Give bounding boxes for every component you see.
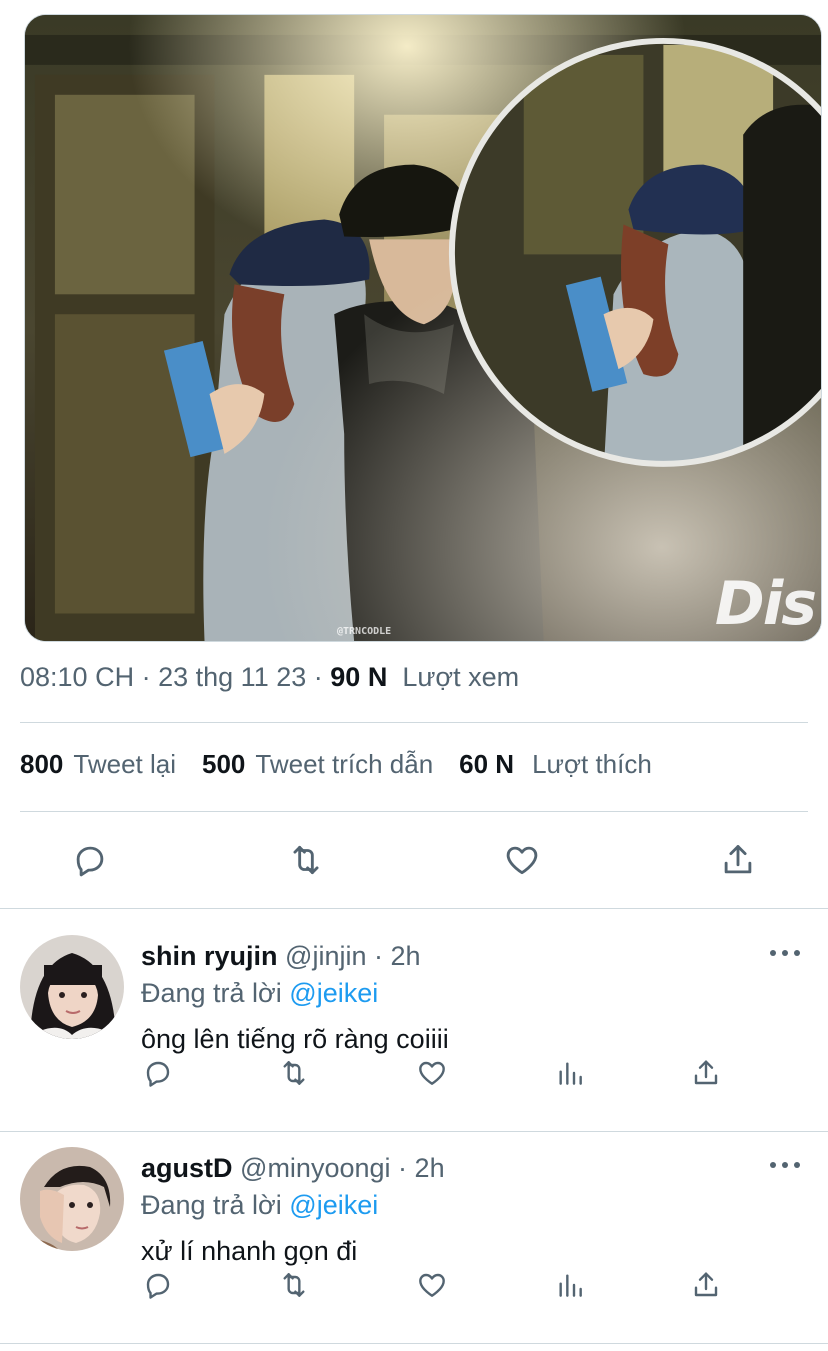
retweet-button[interactable]: [274, 1053, 314, 1093]
replying-prefix: Đang trả lời: [141, 1190, 282, 1220]
views-count: 90 N: [330, 662, 388, 692]
like-button[interactable]: [412, 1053, 452, 1093]
reply-icon: [146, 1273, 170, 1299]
reply-button[interactable]: [68, 838, 112, 882]
more-icon[interactable]: [770, 943, 800, 963]
avatar-photo: [20, 935, 124, 1039]
tweet-action-bar: [0, 838, 828, 882]
share-icon: [724, 845, 752, 874]
retweet-button[interactable]: [274, 1265, 314, 1305]
divider: [20, 722, 808, 723]
replying-to: Đang trả lời @jeikei: [141, 976, 808, 1010]
reply-icon: [146, 1061, 170, 1087]
views-label: Lượt xem: [402, 662, 520, 692]
share-icon: [694, 1272, 718, 1297]
reply-author-name[interactable]: agustD: [141, 1153, 233, 1183]
retweet-button[interactable]: [284, 838, 328, 882]
share-button[interactable]: [686, 1265, 726, 1305]
reply-author-handle[interactable]: @minyoongi: [240, 1153, 390, 1183]
photo-scene: [25, 15, 821, 641]
avatar[interactable]: [20, 1147, 124, 1251]
meta-separator: ·: [313, 662, 323, 692]
heart-icon: [419, 1273, 445, 1297]
meta-separator: ·: [141, 662, 151, 692]
reply-text: xử lí nhanh gọn đi: [141, 1236, 358, 1266]
like-button[interactable]: [412, 1265, 452, 1305]
share-button[interactable]: [686, 1053, 726, 1093]
likes-label: Lượt thích: [532, 749, 652, 779]
reply-time[interactable]: 2h: [391, 941, 421, 971]
reply-time[interactable]: 2h: [415, 1153, 445, 1183]
quotes-stat[interactable]: 500 Tweet trích dẫn: [202, 749, 433, 780]
analytics-button[interactable]: [550, 1053, 590, 1093]
tweet-photo[interactable]: @TRNCODLE Dis: [24, 14, 822, 642]
retweet-icon: [283, 1273, 305, 1297]
analytics-button[interactable]: [550, 1265, 590, 1305]
tweet-stats: 800 Tweet lại 500 Tweet trích dẫn 60 N Lượt…: [20, 749, 652, 780]
tweet-time[interactable]: 08:10 CH: [20, 662, 134, 692]
mention-link[interactable]: @jeikei: [289, 1190, 378, 1220]
reply-action-bar: [0, 1265, 828, 1305]
tweet-date[interactable]: 23 thg 11 23: [158, 662, 306, 692]
reply-header: agustD @minyoongi · 2h: [141, 1151, 808, 1185]
retweet-icon: [283, 1061, 305, 1085]
reply-content: agustD @minyoongi · 2h Đang trả lời @jei…: [141, 1151, 808, 1268]
like-button[interactable]: [500, 838, 544, 882]
likes-stat[interactable]: 60 N Lượt thích: [459, 749, 652, 780]
likes-count: 60 N: [459, 749, 515, 779]
replying-prefix: Đang trả lời: [141, 978, 282, 1008]
reply-content: shin ryujin @jinjin · 2h Đang trả lời @j…: [141, 939, 808, 1056]
more-icon[interactable]: [770, 1155, 800, 1175]
avatar-photo: [20, 1147, 124, 1251]
tweet-meta: 08:10 CH · 23 thg 11 23 · 90 N Lượt xem: [20, 662, 519, 693]
reply-action-bar: [0, 1053, 828, 1093]
quotes-label: Tweet trích dẫn: [255, 749, 434, 779]
reply-icon: [76, 846, 104, 877]
reply-separator: ·: [374, 941, 383, 971]
reply-author-handle[interactable]: @jinjin: [285, 941, 366, 971]
reply-author-name[interactable]: shin ryujin: [141, 941, 278, 971]
replying-to: Đang trả lời @jeikei: [141, 1188, 808, 1222]
reply-item[interactable]: agustD @minyoongi · 2h Đang trả lời @jei…: [0, 1121, 828, 1331]
reply-item[interactable]: shin ryujin @jinjin · 2h Đang trả lời @j…: [0, 909, 828, 1119]
reply-header: shin ryujin @jinjin · 2h: [141, 939, 808, 973]
analytics-icon: [559, 1274, 582, 1297]
retweets-label: Tweet lại: [73, 749, 176, 779]
photo-watermark: Dis: [714, 569, 817, 639]
quotes-count: 500: [202, 749, 246, 779]
analytics-icon: [559, 1062, 582, 1085]
share-button[interactable]: [716, 838, 760, 882]
reply-text: ông lên tiếng rõ ràng coiiii: [141, 1024, 449, 1054]
mention-link[interactable]: @jeikei: [289, 978, 378, 1008]
share-icon: [694, 1060, 718, 1085]
reply-button[interactable]: [138, 1265, 178, 1305]
divider: [0, 1343, 828, 1344]
reply-separator: ·: [398, 1153, 408, 1183]
avatar[interactable]: [20, 935, 124, 1039]
retweets-count: 800: [20, 749, 64, 779]
retweets-stat[interactable]: 800 Tweet lại: [20, 749, 176, 780]
retweet-icon: [293, 845, 319, 875]
heart-icon: [506, 846, 538, 875]
photo-credit: @TRNCODLE: [337, 626, 392, 637]
heart-icon: [419, 1061, 445, 1085]
reply-button[interactable]: [138, 1053, 178, 1093]
divider: [20, 811, 808, 812]
